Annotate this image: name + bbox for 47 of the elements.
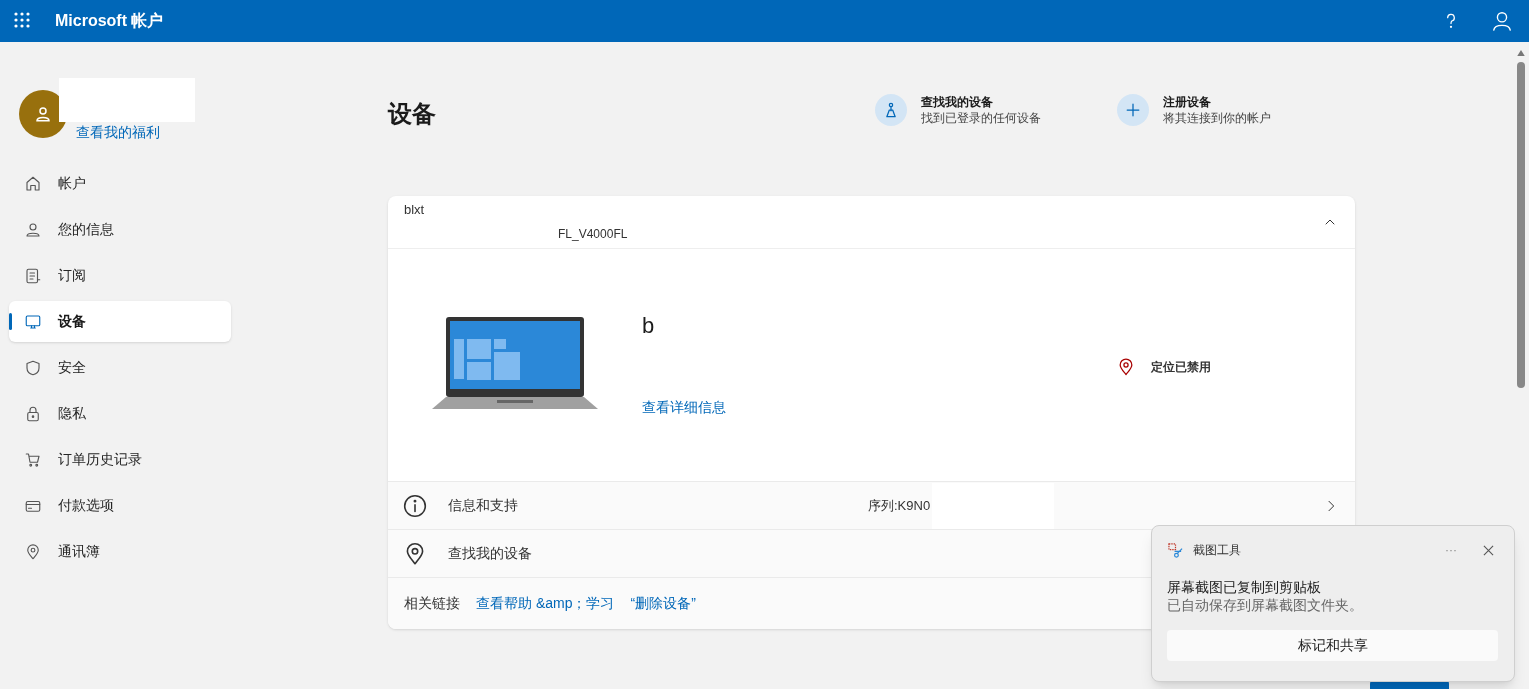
page-title: 设备 — [388, 99, 436, 129]
close-icon[interactable] — [1483, 544, 1494, 556]
markup-share-button[interactable]: 标记和共享 — [1167, 630, 1498, 661]
sidebar-item[interactable]: 您的信息 — [9, 209, 231, 250]
scroll-up-icon[interactable] — [1517, 50, 1525, 56]
serial-number: 序列:K9N0 — [868, 496, 931, 515]
scissors-icon — [1168, 542, 1183, 558]
action-title: 查找我的设备 — [921, 94, 994, 110]
device-row[interactable]: 信息和支持 序列:K9N0 — [388, 481, 1355, 529]
toast-app-name: 截图工具 — [1193, 542, 1241, 559]
related-link[interactable]: 查看帮助 &amp；学习 — [476, 593, 615, 614]
app-launcher-icon[interactable] — [14, 12, 32, 30]
action-link[interactable]: 注册设备 将其连接到你的帐户 — [1117, 94, 1271, 126]
monitor-icon — [24, 312, 42, 331]
person-icon — [24, 220, 42, 239]
lock-icon — [24, 404, 42, 423]
sidebar-item[interactable]: 订单历史记录 — [9, 439, 231, 480]
toast-message: 已自动保存到屏幕截图文件夹。 — [1167, 596, 1364, 614]
sidebar-item[interactable]: 设备 — [9, 301, 231, 342]
sidebar-item[interactable]: 付款选项 — [9, 485, 231, 526]
benefits-link[interactable]: 查看我的福利 — [76, 123, 160, 144]
sidebar-item[interactable]: 隐私 — [9, 393, 231, 434]
action-subtitle: 找到已登录的任何设备 — [921, 110, 1041, 126]
toast-title: 屏幕截图已复制到剪贴板 — [1167, 578, 1322, 596]
header-title[interactable]: Microsoft 帐户 — [55, 9, 164, 33]
home-icon — [24, 174, 42, 193]
device-name: blxt — [404, 202, 425, 218]
document-icon — [24, 266, 42, 285]
info-icon — [402, 492, 428, 519]
location-pin-icon — [24, 542, 42, 561]
sidebar-item[interactable]: 安全 — [9, 347, 231, 388]
cart-icon — [24, 450, 42, 469]
sidebar-item[interactable]: 通讯簿 — [9, 531, 231, 572]
view-details-link[interactable]: 查看详细信息 — [642, 397, 726, 418]
action-title: 注册设备 — [1163, 94, 1212, 110]
location-status: 定位已禁用 — [1151, 359, 1211, 376]
related-link[interactable]: “删除设备” — [630, 593, 696, 614]
sidebar-item[interactable]: 订阅 — [9, 255, 231, 296]
action-subtitle: 将其连接到你的帐户 — [1163, 110, 1271, 126]
action-link[interactable]: 查找我的设备 找到已登录的任何设备 — [875, 94, 1041, 126]
device-model: FL_V4000FL — [558, 226, 628, 243]
device-display-name: b — [642, 312, 656, 340]
related-links-label: 相关链接 — [404, 594, 460, 613]
shield-icon — [24, 358, 42, 377]
sidebar-item[interactable]: 帐户 — [9, 163, 231, 204]
account-icon[interactable] — [1491, 10, 1513, 32]
person-icon — [34, 105, 52, 123]
